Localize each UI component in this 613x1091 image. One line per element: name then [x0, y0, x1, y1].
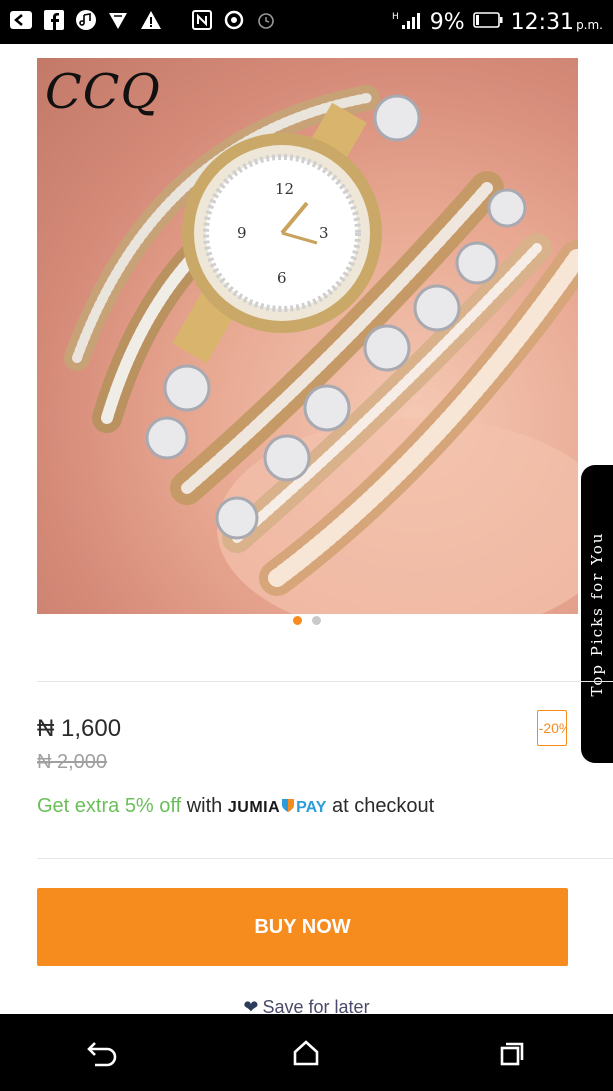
svg-text:H: H [392, 12, 399, 22]
product-image[interactable]: 12 3 6 9 CCQ [37, 58, 578, 614]
alarm-icon [256, 10, 276, 35]
warning-icon [140, 10, 162, 35]
svg-text:3: 3 [319, 224, 329, 242]
svg-text:9: 9 [237, 224, 247, 242]
promo-suffix: at checkout [331, 795, 435, 817]
facebook-icon [44, 9, 64, 35]
clock: 12:31 p.m. [510, 9, 603, 35]
system-nav-bar [0, 1014, 613, 1091]
jumia-pay: PAY [296, 799, 327, 816]
back-arrow-icon [10, 10, 32, 34]
svg-text:6: 6 [277, 269, 287, 287]
battery-icon [472, 11, 503, 33]
divider [37, 858, 613, 859]
svg-text:12: 12 [275, 180, 294, 198]
home-icon [294, 1039, 319, 1065]
buy-now-button[interactable]: BUY NOW [37, 888, 568, 966]
discount-badge: -20% [537, 710, 567, 746]
promo-line: Get extra 5% off with JUMIA PAY at checko… [37, 795, 434, 818]
vpn-icon [108, 10, 128, 35]
status-bar: H 9% 12:31 p.m. [0, 0, 613, 44]
page-dot-1[interactable] [292, 616, 302, 625]
music-icon [76, 9, 96, 35]
current-price: ₦ 1,600 [37, 715, 122, 742]
jumia-pay-shield-icon [280, 795, 296, 817]
price-block: ₦ 1,600 ₦ 2,000 [37, 715, 577, 774]
image-pagination [0, 616, 613, 626]
promo-with: with [186, 795, 223, 817]
promo-prefix: Get extra 5% off [37, 795, 182, 817]
signal-icon: H [392, 10, 422, 35]
page-dot-2[interactable] [311, 616, 321, 625]
battery-percent: 9% [429, 9, 465, 35]
nfc-icon [192, 9, 212, 35]
back-button[interactable] [72, 1023, 132, 1083]
top-picks-label: Top Picks for You [588, 531, 606, 697]
divider [37, 681, 613, 682]
old-price: ₦ 2,000 [37, 751, 108, 773]
jumia-brand: JUMIA [227, 799, 281, 816]
home-button[interactable] [276, 1023, 336, 1083]
recents-icon [500, 1042, 524, 1065]
top-picks-tab[interactable]: Top Picks for You [581, 465, 613, 763]
back-icon [87, 1041, 117, 1066]
brand-logo: CCQ [45, 64, 161, 120]
data-saver-icon [224, 10, 244, 35]
recents-button[interactable] [481, 1023, 541, 1083]
